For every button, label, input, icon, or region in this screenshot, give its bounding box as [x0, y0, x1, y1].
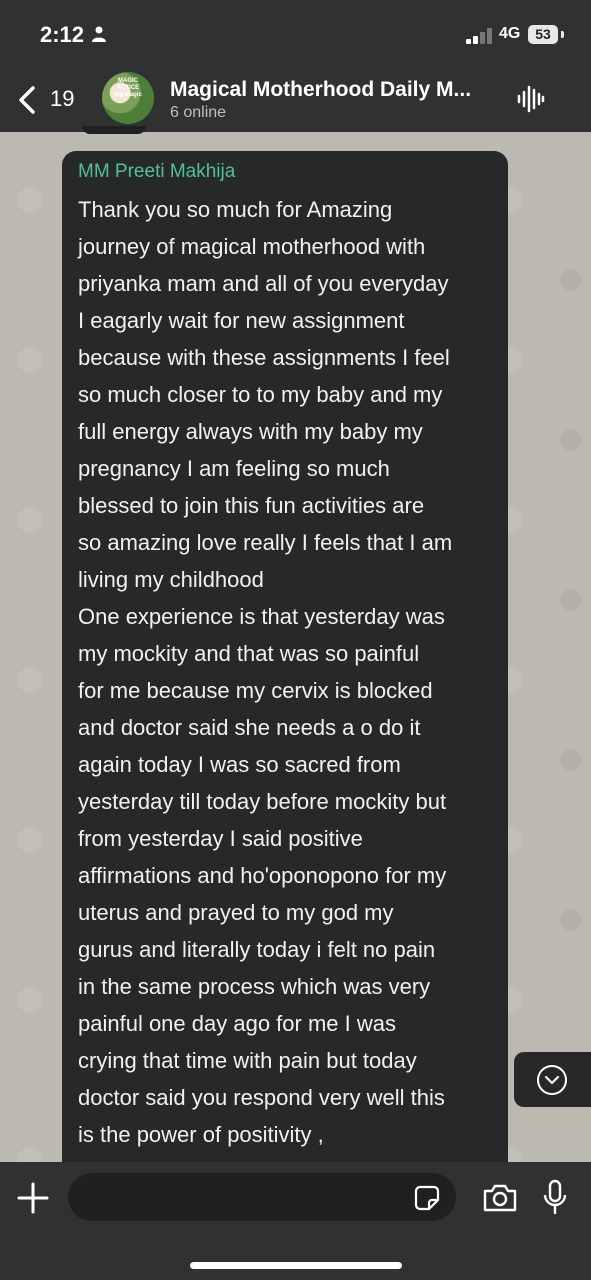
message-sender[interactable]: MM Preeti Makhija [78, 161, 235, 183]
person-icon [92, 26, 106, 42]
home-indicator[interactable] [190, 1262, 402, 1269]
avatar-logo-text: MAGIC ACTICE ing Magic [114, 78, 142, 98]
network-type: 4G [499, 25, 521, 42]
chat-header: 19 MAGIC ACTICE ing Magic Magical Mother… [0, 70, 591, 132]
camera-icon[interactable] [482, 1183, 518, 1213]
previous-message-bubble [82, 126, 146, 134]
message-text: Thank you so much for Amazing journey of… [78, 197, 453, 1147]
chevron-left-icon[interactable] [16, 84, 38, 116]
online-count: 6 online [170, 104, 227, 121]
scroll-to-bottom-button[interactable] [514, 1052, 591, 1107]
sticker-icon[interactable] [414, 1185, 440, 1211]
plus-icon[interactable] [16, 1181, 50, 1215]
microphone-icon[interactable] [543, 1179, 567, 1215]
status-time: 2:12 [40, 22, 85, 47]
battery-level: 53 [528, 25, 558, 44]
signal-icon [466, 28, 492, 44]
message-bubble[interactable]: MM Preeti Makhija Thank you so much for … [62, 151, 508, 1181]
status-bar: 2:12 4G 53 [0, 0, 591, 70]
group-name[interactable]: Magical Motherhood Daily M... [170, 78, 471, 102]
group-avatar[interactable]: MAGIC ACTICE ing Magic [102, 72, 154, 124]
audio-waveform-icon[interactable] [517, 84, 545, 114]
chevron-down-circle-icon [537, 1065, 567, 1095]
back-unread-count[interactable]: 19 [50, 86, 74, 112]
message-composer [0, 1162, 591, 1280]
message-input[interactable] [68, 1173, 456, 1221]
battery-icon [561, 31, 564, 38]
